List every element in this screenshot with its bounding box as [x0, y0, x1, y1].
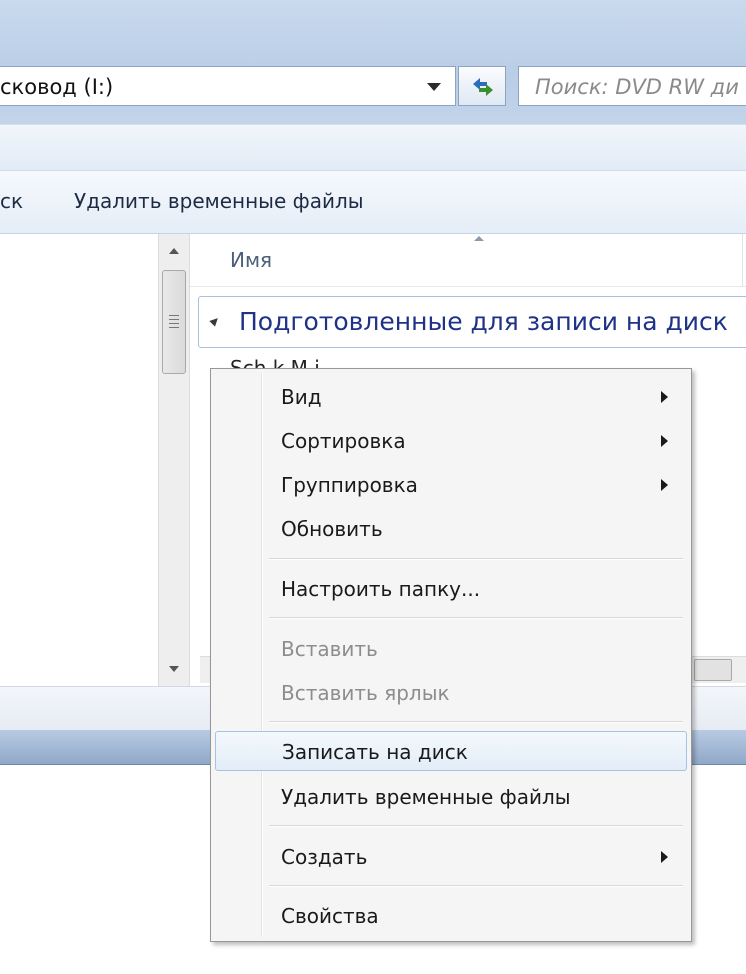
sort-ascending-icon: [474, 236, 484, 241]
collapse-triangle-icon[interactable]: [209, 315, 221, 327]
menu-item-customize-folder[interactable]: Настроить папку...: [215, 569, 687, 609]
submenu-arrow-icon: [661, 851, 668, 863]
menu-separator: [269, 885, 683, 887]
menu-bar: [0, 124, 746, 171]
search-input[interactable]: Поиск: DVD RW ди: [518, 66, 746, 106]
menu-item-label: Вид: [281, 385, 322, 409]
menu-item-label: Создать: [281, 845, 368, 869]
menu-item-properties[interactable]: Свойства: [215, 896, 687, 936]
menu-separator: [269, 721, 683, 723]
navigation-pane: [0, 234, 158, 686]
menu-item-new[interactable]: Создать: [215, 837, 687, 877]
grip-line: [169, 327, 179, 328]
group-header-label: Подготовленные для записи на диск: [239, 307, 728, 336]
menu-item-burn-to-disc[interactable]: Записать на диск: [215, 731, 687, 771]
menu-item-label: Сортировка: [281, 429, 406, 453]
nav-vertical-scrollbar[interactable]: [158, 234, 190, 686]
menu-item-view[interactable]: Вид: [215, 377, 687, 417]
address-path: сковод (I:): [0, 75, 114, 99]
submenu-arrow-icon: [661, 435, 668, 447]
menu-separator: [269, 617, 683, 619]
column-header: Имя: [190, 234, 746, 287]
menu-item-label: Удалить временные файлы: [281, 785, 571, 809]
context-menu: Вид Сортировка Группировка Обновить Наст…: [210, 368, 692, 942]
grip-line: [169, 323, 179, 324]
search-placeholder: Поиск: DVD RW ди: [535, 75, 739, 99]
scroll-thumb[interactable]: [162, 270, 186, 374]
menu-item-label: Записать на диск: [282, 740, 468, 764]
menu-item-label: Обновить: [281, 517, 383, 541]
grip-line: [169, 315, 179, 316]
grip-line: [169, 319, 179, 320]
menu-item-delete-temp-files[interactable]: Удалить временные файлы: [215, 777, 687, 817]
submenu-arrow-icon: [661, 391, 668, 403]
scroll-down-icon[interactable]: [169, 666, 179, 672]
refresh-button[interactable]: [458, 66, 506, 106]
menu-item-refresh[interactable]: Обновить: [215, 509, 687, 549]
column-divider[interactable]: [742, 234, 743, 286]
menu-item-label: Настроить папку...: [281, 577, 481, 601]
menu-item-group[interactable]: Группировка: [215, 465, 687, 505]
toolbar: ск Удалить временные файлы: [0, 170, 746, 234]
scroll-up-icon[interactable]: [169, 248, 179, 254]
address-bar[interactable]: сковод (I:): [0, 66, 456, 106]
menu-item-label: Свойства: [281, 904, 379, 928]
menu-item-sort[interactable]: Сортировка: [215, 421, 687, 461]
horizontal-scroll-thumb[interactable]: [694, 659, 732, 681]
group-header[interactable]: Подготовленные для записи на диск: [198, 296, 746, 348]
menu-separator: [269, 825, 683, 827]
refresh-arrows-icon: [473, 78, 493, 96]
menu-item-label: Вставить: [281, 637, 378, 661]
column-name-header[interactable]: Имя: [230, 248, 272, 272]
chevron-down-icon[interactable]: [427, 83, 441, 91]
toolbar-item-partial[interactable]: ск: [0, 189, 23, 213]
menu-item-label: Группировка: [281, 473, 418, 497]
menu-item-paste-shortcut[interactable]: Вставить ярлык: [215, 673, 687, 713]
menu-item-paste[interactable]: Вставить: [215, 629, 687, 669]
menu-separator: [269, 558, 683, 560]
submenu-arrow-icon: [661, 479, 668, 491]
toolbar-delete-temp-button[interactable]: Удалить временные файлы: [74, 189, 364, 213]
menu-item-label: Вставить ярлык: [281, 681, 450, 705]
